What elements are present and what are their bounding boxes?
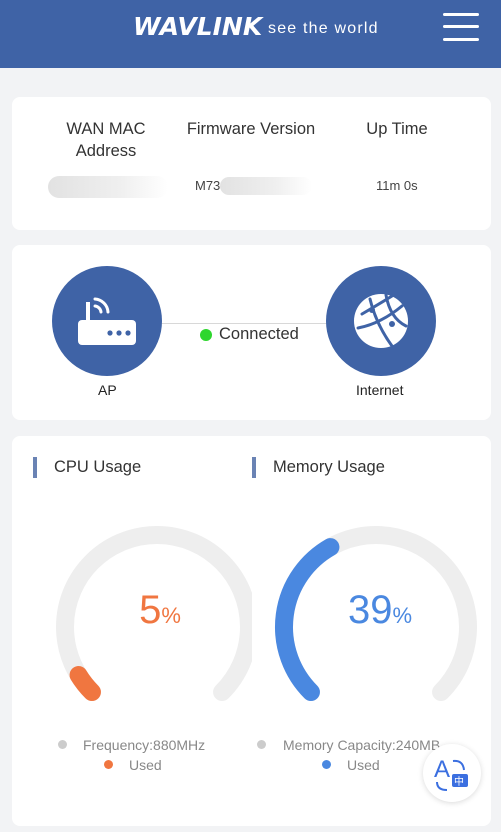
memory-used-legend-dot	[322, 760, 331, 769]
memory-percent-sign: %	[392, 603, 413, 628]
svg-text:A: A	[434, 756, 450, 783]
cpu-used-label: Used	[129, 757, 162, 773]
svg-text:中: 中	[454, 775, 464, 788]
cpu-percent-sign: %	[161, 603, 181, 628]
memory-capacity-label: Memory Capacity:240MB	[283, 737, 441, 753]
usage-gauges	[56, 526, 477, 702]
memory-used-label: Used	[347, 757, 380, 773]
gauge-divider	[252, 520, 260, 710]
memory-percent-value: 39	[347, 588, 393, 632]
cpu-percent-display: 5%	[120, 588, 200, 633]
memory-percent-display: 39%	[330, 588, 430, 633]
cpu-percent-value: 5	[139, 588, 162, 632]
cpu-used-legend-dot	[104, 760, 113, 769]
translate-button[interactable]: A 中	[423, 744, 481, 802]
cpu-frequency-label: Frequency:880MHz	[83, 737, 206, 753]
translate-icon: A 中	[434, 756, 468, 791]
cpu-frequency-legend-dot	[58, 740, 67, 749]
memory-gauge-value-arc	[275, 538, 340, 702]
cpu-gauge-value-arc	[69, 666, 101, 702]
memory-capacity-legend-dot	[257, 740, 266, 749]
